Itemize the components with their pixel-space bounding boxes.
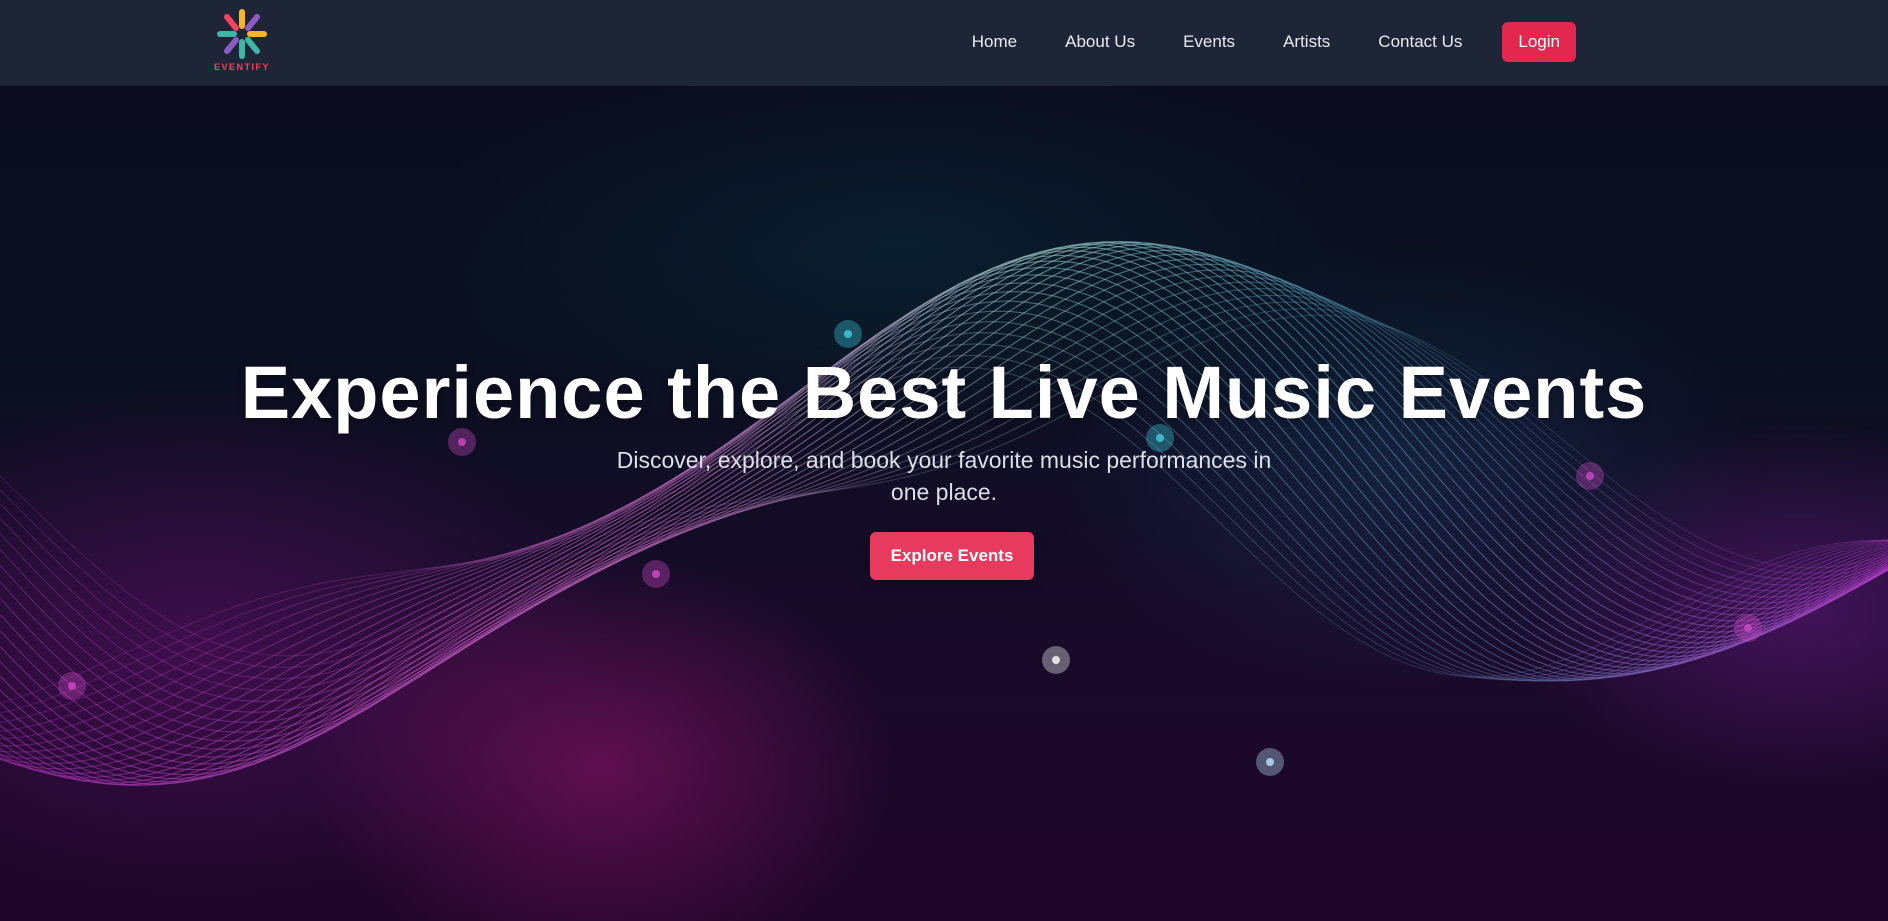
top-navbar: EVENTIFY Home About Us Events Artists Co… xyxy=(0,0,1888,86)
nav-link-events[interactable]: Events xyxy=(1183,32,1235,52)
nav-link-about-us[interactable]: About Us xyxy=(1065,32,1135,52)
hero-section: Experience the Best Live Music Events Di… xyxy=(0,86,1888,921)
nav-link-home[interactable]: Home xyxy=(972,32,1017,52)
login-button[interactable]: Login xyxy=(1502,22,1576,62)
nav-link-contact-us[interactable]: Contact Us xyxy=(1378,32,1462,52)
brand-logo[interactable]: EVENTIFY xyxy=(210,8,274,74)
asterisk-burst-logo-icon xyxy=(217,9,267,59)
nav-link-artists[interactable]: Artists xyxy=(1283,32,1330,52)
hero-title: Experience the Best Live Music Events xyxy=(240,351,1648,434)
main-nav: Home About Us Events Artists Contact Us … xyxy=(972,22,1576,62)
explore-events-button[interactable]: Explore Events xyxy=(870,532,1034,580)
hero-subtitle: Discover, explore, and book your favorit… xyxy=(616,447,1272,505)
hero-content: Experience the Best Live Music Events Di… xyxy=(0,86,1888,921)
brand-name: EVENTIFY xyxy=(213,62,270,72)
